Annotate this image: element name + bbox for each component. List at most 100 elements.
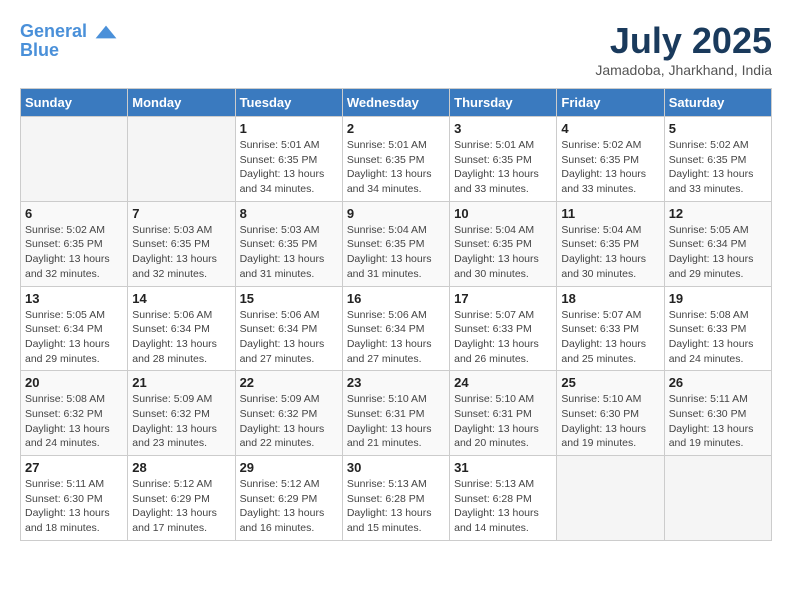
column-header-wednesday: Wednesday xyxy=(342,89,449,117)
day-cell: 20 Sunrise: 5:08 AM Sunset: 6:32 PM Dayli… xyxy=(21,371,128,456)
day-cell: 15 Sunrise: 5:06 AM Sunset: 6:34 PM Dayli… xyxy=(235,286,342,371)
day-detail: Sunrise: 5:10 AM Sunset: 6:31 PM Dayligh… xyxy=(347,392,445,451)
day-detail: Sunrise: 5:06 AM Sunset: 6:34 PM Dayligh… xyxy=(240,308,338,367)
day-detail: Sunrise: 5:02 AM Sunset: 6:35 PM Dayligh… xyxy=(561,138,659,197)
day-number: 16 xyxy=(347,291,445,306)
day-detail: Sunrise: 5:06 AM Sunset: 6:34 PM Dayligh… xyxy=(132,308,230,367)
day-detail: Sunrise: 5:02 AM Sunset: 6:35 PM Dayligh… xyxy=(25,223,123,282)
day-detail: Sunrise: 5:04 AM Sunset: 6:35 PM Dayligh… xyxy=(454,223,552,282)
day-detail: Sunrise: 5:12 AM Sunset: 6:29 PM Dayligh… xyxy=(240,477,338,536)
day-detail: Sunrise: 5:05 AM Sunset: 6:34 PM Dayligh… xyxy=(25,308,123,367)
day-detail: Sunrise: 5:03 AM Sunset: 6:35 PM Dayligh… xyxy=(132,223,230,282)
day-detail: Sunrise: 5:09 AM Sunset: 6:32 PM Dayligh… xyxy=(240,392,338,451)
day-cell: 9 Sunrise: 5:04 AM Sunset: 6:35 PM Daylig… xyxy=(342,201,449,286)
page-header: General Blue July 2025 Jamadoba, Jharkha… xyxy=(20,20,772,78)
day-cell: 3 Sunrise: 5:01 AM Sunset: 6:35 PM Daylig… xyxy=(450,117,557,202)
day-number: 20 xyxy=(25,375,123,390)
day-detail: Sunrise: 5:01 AM Sunset: 6:35 PM Dayligh… xyxy=(347,138,445,197)
day-number: 23 xyxy=(347,375,445,390)
day-cell: 21Sunrise: 5:09 AM Sunset: 6:32 PM Dayli… xyxy=(128,371,235,456)
day-cell: 5Sunrise: 5:02 AM Sunset: 6:35 PM Daylig… xyxy=(664,117,771,202)
day-number: 24 xyxy=(454,375,552,390)
day-number: 2 xyxy=(347,121,445,136)
location: Jamadoba, Jharkhand, India xyxy=(595,62,772,78)
day-cell: 29 Sunrise: 5:12 AM Sunset: 6:29 PM Dayli… xyxy=(235,456,342,541)
day-cell: 27Sunrise: 5:11 AM Sunset: 6:30 PM Dayli… xyxy=(21,456,128,541)
day-detail: Sunrise: 5:10 AM Sunset: 6:30 PM Dayligh… xyxy=(561,392,659,451)
day-cell: 24 Sunrise: 5:10 AM Sunset: 6:31 PM Dayli… xyxy=(450,371,557,456)
day-detail: Sunrise: 5:08 AM Sunset: 6:32 PM Dayligh… xyxy=(25,392,123,451)
calendar-table: SundayMondayTuesdayWednesdayThursdayFrid… xyxy=(20,88,772,541)
day-cell: 19 Sunrise: 5:08 AM Sunset: 6:33 PM Dayli… xyxy=(664,286,771,371)
day-number: 21 xyxy=(132,375,230,390)
week-row-2: 6 Sunrise: 5:02 AM Sunset: 6:35 PM Daylig… xyxy=(21,201,772,286)
day-cell: 28 Sunrise: 5:12 AM Sunset: 6:29 PM Dayli… xyxy=(128,456,235,541)
day-detail: Sunrise: 5:12 AM Sunset: 6:29 PM Dayligh… xyxy=(132,477,230,536)
logo-icon xyxy=(94,20,118,44)
day-cell: 14 Sunrise: 5:06 AM Sunset: 6:34 PM Dayli… xyxy=(128,286,235,371)
column-header-thursday: Thursday xyxy=(450,89,557,117)
day-number: 14 xyxy=(132,291,230,306)
day-detail: Sunrise: 5:07 AM Sunset: 6:33 PM Dayligh… xyxy=(561,308,659,367)
day-cell: 1 Sunrise: 5:01 AM Sunset: 6:35 PM Daylig… xyxy=(235,117,342,202)
day-number: 29 xyxy=(240,460,338,475)
day-number: 4 xyxy=(561,121,659,136)
week-row-3: 13 Sunrise: 5:05 AM Sunset: 6:34 PM Dayli… xyxy=(21,286,772,371)
day-number: 8 xyxy=(240,206,338,221)
column-header-friday: Friday xyxy=(557,89,664,117)
day-number: 3 xyxy=(454,121,552,136)
day-number: 31 xyxy=(454,460,552,475)
day-number: 28 xyxy=(132,460,230,475)
day-number: 25 xyxy=(561,375,659,390)
day-cell: 25 Sunrise: 5:10 AM Sunset: 6:30 PM Dayli… xyxy=(557,371,664,456)
day-detail: Sunrise: 5:04 AM Sunset: 6:35 PM Dayligh… xyxy=(561,223,659,282)
day-number: 9 xyxy=(347,206,445,221)
day-number: 30 xyxy=(347,460,445,475)
day-number: 27 xyxy=(25,460,123,475)
day-cell: 7 Sunrise: 5:03 AM Sunset: 6:35 PM Daylig… xyxy=(128,201,235,286)
day-number: 19 xyxy=(669,291,767,306)
day-number: 17 xyxy=(454,291,552,306)
day-detail: Sunrise: 5:04 AM Sunset: 6:35 PM Dayligh… xyxy=(347,223,445,282)
week-row-5: 27Sunrise: 5:11 AM Sunset: 6:30 PM Dayli… xyxy=(21,456,772,541)
day-number: 6 xyxy=(25,206,123,221)
day-cell: 8Sunrise: 5:03 AM Sunset: 6:35 PM Daylig… xyxy=(235,201,342,286)
day-cell: 30 Sunrise: 5:13 AM Sunset: 6:28 PM Dayli… xyxy=(342,456,449,541)
day-number: 15 xyxy=(240,291,338,306)
day-cell: 18Sunrise: 5:07 AM Sunset: 6:33 PM Dayli… xyxy=(557,286,664,371)
day-number: 22 xyxy=(240,375,338,390)
day-detail: Sunrise: 5:13 AM Sunset: 6:28 PM Dayligh… xyxy=(347,477,445,536)
column-header-saturday: Saturday xyxy=(664,89,771,117)
day-detail: Sunrise: 5:02 AM Sunset: 6:35 PM Dayligh… xyxy=(669,138,767,197)
day-cell: 16 Sunrise: 5:06 AM Sunset: 6:34 PM Dayli… xyxy=(342,286,449,371)
day-detail: Sunrise: 5:05 AM Sunset: 6:34 PM Dayligh… xyxy=(669,223,767,282)
day-number: 13 xyxy=(25,291,123,306)
day-detail: Sunrise: 5:08 AM Sunset: 6:33 PM Dayligh… xyxy=(669,308,767,367)
day-cell: 4 Sunrise: 5:02 AM Sunset: 6:35 PM Daylig… xyxy=(557,117,664,202)
day-cell: 17 Sunrise: 5:07 AM Sunset: 6:33 PM Dayli… xyxy=(450,286,557,371)
column-header-sunday: Sunday xyxy=(21,89,128,117)
week-row-1: 1 Sunrise: 5:01 AM Sunset: 6:35 PM Daylig… xyxy=(21,117,772,202)
day-number: 12 xyxy=(669,206,767,221)
day-cell: 22 Sunrise: 5:09 AM Sunset: 6:32 PM Dayli… xyxy=(235,371,342,456)
day-cell xyxy=(557,456,664,541)
day-cell: 12 Sunrise: 5:05 AM Sunset: 6:34 PM Dayli… xyxy=(664,201,771,286)
logo: General Blue xyxy=(20,20,118,61)
day-number: 7 xyxy=(132,206,230,221)
day-cell xyxy=(128,117,235,202)
day-cell: 10 Sunrise: 5:04 AM Sunset: 6:35 PM Dayli… xyxy=(450,201,557,286)
day-detail: Sunrise: 5:07 AM Sunset: 6:33 PM Dayligh… xyxy=(454,308,552,367)
day-detail: Sunrise: 5:01 AM Sunset: 6:35 PM Dayligh… xyxy=(454,138,552,197)
day-detail: Sunrise: 5:01 AM Sunset: 6:35 PM Dayligh… xyxy=(240,138,338,197)
day-detail: Sunrise: 5:06 AM Sunset: 6:34 PM Dayligh… xyxy=(347,308,445,367)
day-cell: 6 Sunrise: 5:02 AM Sunset: 6:35 PM Daylig… xyxy=(21,201,128,286)
day-number: 26 xyxy=(669,375,767,390)
column-header-tuesday: Tuesday xyxy=(235,89,342,117)
week-row-4: 20 Sunrise: 5:08 AM Sunset: 6:32 PM Dayli… xyxy=(21,371,772,456)
day-cell xyxy=(21,117,128,202)
day-number: 1 xyxy=(240,121,338,136)
day-detail: Sunrise: 5:10 AM Sunset: 6:31 PM Dayligh… xyxy=(454,392,552,451)
title-block: July 2025 Jamadoba, Jharkhand, India xyxy=(595,20,772,78)
column-header-monday: Monday xyxy=(128,89,235,117)
day-number: 10 xyxy=(454,206,552,221)
